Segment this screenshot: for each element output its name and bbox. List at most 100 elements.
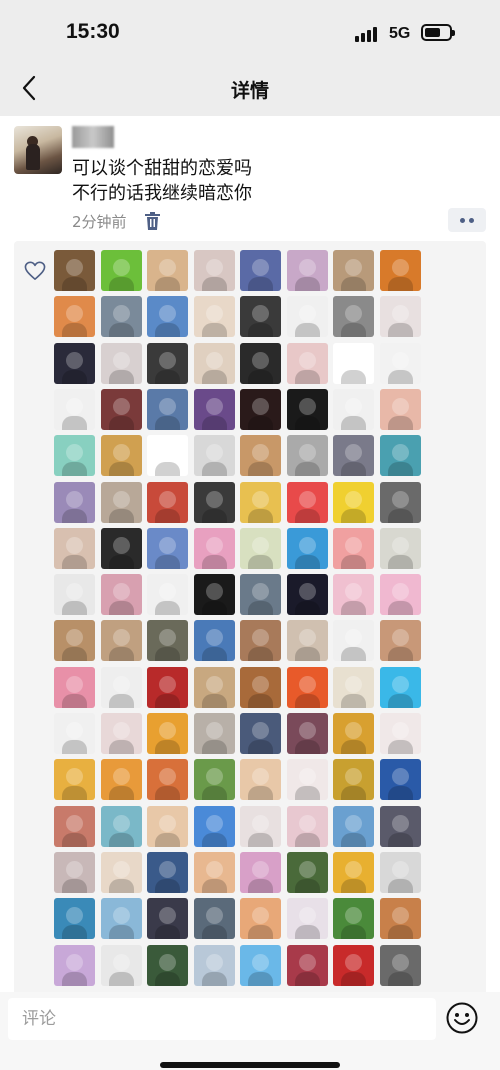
like-avatar[interactable] xyxy=(240,713,281,754)
like-avatar[interactable] xyxy=(147,250,188,291)
like-avatar[interactable] xyxy=(379,388,421,430)
like-avatar[interactable] xyxy=(100,898,142,940)
like-avatar[interactable] xyxy=(286,296,328,338)
like-avatar[interactable] xyxy=(379,666,421,708)
like-avatar[interactable] xyxy=(54,944,95,986)
like-avatar[interactable] xyxy=(100,342,142,384)
like-avatar[interactable] xyxy=(193,944,235,986)
like-avatar[interactable] xyxy=(100,805,142,847)
like-avatar[interactable] xyxy=(193,574,235,616)
like-avatar[interactable] xyxy=(286,342,328,384)
like-avatar[interactable] xyxy=(193,435,235,477)
like-avatar[interactable] xyxy=(333,342,374,384)
trash-icon[interactable] xyxy=(145,212,160,230)
like-avatar[interactable] xyxy=(333,666,374,708)
like-avatar[interactable] xyxy=(286,944,328,986)
author-avatar[interactable] xyxy=(14,126,62,174)
like-avatar[interactable] xyxy=(147,805,188,847)
like-avatar[interactable] xyxy=(379,435,421,477)
like-avatar[interactable] xyxy=(193,851,235,893)
like-avatar[interactable] xyxy=(333,388,374,430)
like-avatar[interactable] xyxy=(193,481,235,523)
like-avatar[interactable] xyxy=(193,388,235,430)
like-avatar[interactable] xyxy=(379,805,421,847)
like-avatar[interactable] xyxy=(240,527,281,569)
like-avatar[interactable] xyxy=(333,250,374,291)
like-avatar[interactable] xyxy=(240,759,281,801)
like-avatar[interactable] xyxy=(240,296,281,338)
like-avatar[interactable] xyxy=(286,898,328,940)
like-avatar[interactable] xyxy=(240,851,281,893)
like-avatar[interactable] xyxy=(54,342,95,384)
like-avatar[interactable] xyxy=(286,435,328,477)
like-avatar[interactable] xyxy=(240,574,281,616)
like-avatar[interactable] xyxy=(333,944,374,986)
like-avatar[interactable] xyxy=(193,296,235,338)
like-avatar[interactable] xyxy=(333,805,374,847)
like-avatar[interactable] xyxy=(379,898,421,940)
like-avatar[interactable] xyxy=(147,666,188,708)
like-avatar[interactable] xyxy=(333,898,374,940)
like-avatar[interactable] xyxy=(286,620,328,662)
like-avatar[interactable] xyxy=(147,388,188,430)
like-avatar[interactable] xyxy=(100,435,142,477)
like-avatar[interactable] xyxy=(54,296,95,338)
like-avatar[interactable] xyxy=(54,620,95,662)
like-avatar[interactable] xyxy=(100,666,142,708)
like-avatar[interactable] xyxy=(379,944,421,986)
like-avatar[interactable] xyxy=(147,574,188,616)
like-avatar[interactable] xyxy=(147,944,188,986)
like-avatar[interactable] xyxy=(286,759,328,801)
like-avatar[interactable] xyxy=(286,805,328,847)
like-avatar[interactable] xyxy=(100,759,142,801)
like-avatar[interactable] xyxy=(147,713,188,754)
like-avatar[interactable] xyxy=(333,574,374,616)
like-avatar[interactable] xyxy=(147,342,188,384)
like-avatar[interactable] xyxy=(193,805,235,847)
like-avatar[interactable] xyxy=(100,851,142,893)
like-avatar[interactable] xyxy=(54,527,95,569)
like-avatar[interactable] xyxy=(147,481,188,523)
like-avatar[interactable] xyxy=(100,481,142,523)
like-avatar[interactable] xyxy=(147,759,188,801)
like-avatar[interactable] xyxy=(193,713,235,754)
like-avatar[interactable] xyxy=(100,527,142,569)
like-avatar[interactable] xyxy=(333,851,374,893)
like-avatar[interactable] xyxy=(54,250,95,291)
like-avatar[interactable] xyxy=(147,620,188,662)
like-avatar[interactable] xyxy=(286,666,328,708)
like-avatar[interactable] xyxy=(147,296,188,338)
like-avatar[interactable] xyxy=(193,342,235,384)
like-avatar[interactable] xyxy=(100,574,142,616)
like-avatar[interactable] xyxy=(333,527,374,569)
like-avatar[interactable] xyxy=(54,574,95,616)
like-avatar[interactable] xyxy=(54,898,95,940)
like-avatar[interactable] xyxy=(379,620,421,662)
like-avatar[interactable] xyxy=(193,898,235,940)
like-avatar[interactable] xyxy=(379,713,421,754)
like-avatar[interactable] xyxy=(147,435,188,477)
like-avatar[interactable] xyxy=(100,713,142,754)
like-avatar[interactable] xyxy=(193,666,235,708)
like-avatar[interactable] xyxy=(286,481,328,523)
author-name-blurred[interactable] xyxy=(72,126,114,148)
like-avatar[interactable] xyxy=(240,666,281,708)
like-avatar[interactable] xyxy=(379,342,421,384)
like-avatar[interactable] xyxy=(193,759,235,801)
like-avatar[interactable] xyxy=(100,250,142,291)
like-avatar[interactable] xyxy=(333,713,374,754)
like-avatar[interactable] xyxy=(147,898,188,940)
like-avatar[interactable] xyxy=(100,620,142,662)
like-avatar[interactable] xyxy=(147,527,188,569)
like-avatar[interactable] xyxy=(54,481,95,523)
like-avatar[interactable] xyxy=(240,944,281,986)
like-avatar[interactable] xyxy=(240,435,281,477)
like-avatar[interactable] xyxy=(100,388,142,430)
like-avatar[interactable] xyxy=(333,435,374,477)
comment-input[interactable] xyxy=(8,998,436,1040)
more-dots-icon[interactable] xyxy=(448,208,486,232)
like-avatar[interactable] xyxy=(333,759,374,801)
like-avatar[interactable] xyxy=(286,713,328,754)
like-avatar[interactable] xyxy=(240,620,281,662)
like-avatar[interactable] xyxy=(240,481,281,523)
